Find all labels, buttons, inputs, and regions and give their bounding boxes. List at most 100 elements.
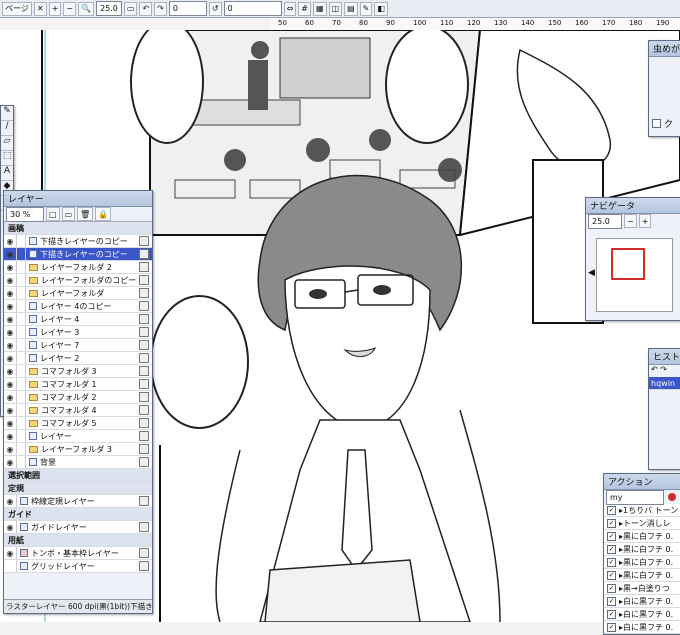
eye-icon[interactable]: ◉ xyxy=(4,430,17,442)
eye-icon[interactable]: ◉ xyxy=(4,352,17,364)
lock-slot[interactable] xyxy=(17,391,26,403)
lock-slot[interactable] xyxy=(17,430,26,442)
lock-icon[interactable]: 🔒 xyxy=(95,207,112,221)
layer-row[interactable]: ◉ レイヤー 2 xyxy=(4,352,152,365)
eye-icon[interactable]: ◉ xyxy=(4,235,17,247)
layer-option-icon[interactable] xyxy=(139,418,149,428)
lock-slot[interactable] xyxy=(17,352,26,364)
lock-slot[interactable] xyxy=(17,365,26,377)
opacity-field[interactable]: 30 % xyxy=(6,206,44,222)
section-manuscript[interactable]: 画稿 xyxy=(4,222,152,235)
angle-field[interactable]: 0 xyxy=(223,1,282,16)
layer-option-icon[interactable] xyxy=(139,548,149,558)
rotate-right-icon[interactable]: ↷ xyxy=(154,1,167,16)
lock-slot[interactable] xyxy=(17,443,26,455)
layer-row[interactable]: ◉ レイヤー 4 xyxy=(4,313,152,326)
action-checkbox[interactable]: ✓ xyxy=(607,531,616,541)
lock-slot[interactable] xyxy=(17,248,26,260)
ruler-layer-row[interactable]: ◉ 枠線定規レイヤー xyxy=(4,495,152,508)
action-checkbox[interactable]: ✓ xyxy=(607,609,616,619)
eye-icon[interactable]: ◉ xyxy=(4,547,17,559)
layer-row[interactable]: ◉ レイヤーフォルダ 3 xyxy=(4,443,152,456)
layer-row[interactable]: ◉ 背景 xyxy=(4,456,152,469)
lock-slot[interactable] xyxy=(17,404,26,416)
layer-row[interactable]: ◉ コマフォルダ 3 xyxy=(4,365,152,378)
action-item[interactable]: ✓ ▸ 黒に白フチ 0. xyxy=(604,543,680,556)
eye-icon[interactable]: ◉ xyxy=(4,261,17,273)
layer-option-icon[interactable] xyxy=(139,379,149,389)
lock-slot[interactable] xyxy=(17,261,26,273)
new-layer-icon[interactable]: □ xyxy=(46,207,60,221)
add-icon[interactable]: + xyxy=(48,1,62,16)
lock-slot[interactable] xyxy=(17,456,26,468)
layer-row[interactable]: ◉ 下描きレイヤーのコピー xyxy=(4,248,152,261)
action-item[interactable]: ✓ ▸ 黒に白フチ 0. xyxy=(604,556,680,569)
lock-slot[interactable] xyxy=(17,339,26,351)
layer-row[interactable]: ◉ コマフォルダ 5 xyxy=(4,417,152,430)
zoom-out-icon[interactable]: − xyxy=(624,214,637,228)
eye-icon[interactable] xyxy=(4,560,17,572)
eye-icon[interactable]: ◉ xyxy=(4,365,17,377)
layer-option-icon[interactable] xyxy=(139,457,149,467)
action-item[interactable]: ✓ ▸ 白に黒フチ 0. xyxy=(604,608,680,621)
fit-icon[interactable]: ▭ xyxy=(123,1,138,16)
lock-slot[interactable] xyxy=(17,417,26,429)
flip-icon[interactable]: ⇔ xyxy=(283,1,297,16)
brush-tool-icon[interactable]: / xyxy=(1,121,13,136)
layer-option-icon[interactable] xyxy=(139,236,149,246)
eye-icon[interactable]: ◉ xyxy=(4,417,17,429)
action-item[interactable]: ✓ ▸ 黒→白塗りつ xyxy=(604,582,680,595)
action-set-select[interactable]: my xyxy=(606,489,664,505)
eye-icon[interactable]: ◉ xyxy=(4,287,17,299)
pen-tool-icon[interactable]: ✎ xyxy=(1,106,13,121)
layer-option-icon[interactable] xyxy=(139,314,149,324)
ruler-icon[interactable]: ▦ xyxy=(312,1,327,16)
action-item[interactable]: ✓ ▸ 1ちりバ トーン xyxy=(604,504,680,517)
layer-option-icon[interactable] xyxy=(139,353,149,363)
reset-rotation-icon[interactable]: ↺ xyxy=(208,1,222,16)
layer-option-icon[interactable] xyxy=(139,444,149,454)
eye-icon[interactable]: ◉ xyxy=(4,378,17,390)
layer-option-icon[interactable] xyxy=(139,522,149,532)
paper-layer-row[interactable]: グリッドレイヤー xyxy=(4,560,152,573)
eye-icon[interactable]: ◉ xyxy=(4,456,17,468)
layer-option-icon[interactable] xyxy=(139,275,149,285)
layer-option-icon[interactable] xyxy=(139,301,149,311)
lock-slot[interactable] xyxy=(17,287,26,299)
eraser-tool-icon[interactable]: ▱ xyxy=(1,136,13,151)
zoom-in-icon[interactable]: + xyxy=(638,214,652,228)
lock-slot[interactable] xyxy=(17,378,26,390)
eye-icon[interactable]: ◉ xyxy=(4,391,17,403)
layer-option-icon[interactable] xyxy=(139,496,149,506)
delete-layer-icon[interactable]: 🗑 xyxy=(77,207,94,221)
search-icon[interactable]: 🔍 xyxy=(78,1,95,16)
layer-row[interactable]: ◉ コマフォルダ 4 xyxy=(4,404,152,417)
layer-row[interactable]: ◉ レイヤーフォルダのコピー xyxy=(4,274,152,287)
lock-slot[interactable] xyxy=(17,274,26,286)
section-guide[interactable]: ガイド xyxy=(4,508,152,521)
rotate-left-icon[interactable]: ↶ xyxy=(139,1,153,16)
action-item[interactable]: ✓ ▸ 白に黒フチ 0. xyxy=(604,595,680,608)
nav-left-arrow-icon[interactable]: ◀ xyxy=(588,268,595,278)
layer-option-icon[interactable] xyxy=(139,405,149,415)
action-checkbox[interactable]: ✓ xyxy=(607,570,616,580)
rotation-field[interactable]: 0 xyxy=(168,1,207,16)
layer-option-icon[interactable] xyxy=(139,431,149,441)
layer-row[interactable]: ◉ レイヤーフォルダ xyxy=(4,287,152,300)
section-selection[interactable]: 選択範囲 xyxy=(4,469,152,482)
layer-option-icon[interactable] xyxy=(139,249,149,259)
history-item[interactable]: hqwin xyxy=(649,377,680,390)
layer-row[interactable]: ◉ 下描きレイヤーのコピー xyxy=(4,235,152,248)
record-icon[interactable] xyxy=(668,493,676,501)
layer-row[interactable]: ◉ レイヤー 3 xyxy=(4,326,152,339)
layer-option-icon[interactable] xyxy=(139,366,149,376)
section-ruler[interactable]: 定規 xyxy=(4,482,152,495)
layer-row[interactable]: ◉ レイヤーフォルダ 2 xyxy=(4,261,152,274)
zoom-field[interactable]: 25.0 xyxy=(96,1,122,16)
lock-slot[interactable] xyxy=(17,300,26,312)
action-checkbox[interactable]: ✓ xyxy=(607,583,616,593)
action-checkbox[interactable]: ✓ xyxy=(607,544,616,554)
eye-icon[interactable]: ◉ xyxy=(4,443,17,455)
action-checkbox[interactable]: ✓ xyxy=(607,557,616,567)
paper-layer-row[interactable]: ◉ トンボ・基本枠レイヤー xyxy=(4,547,152,560)
